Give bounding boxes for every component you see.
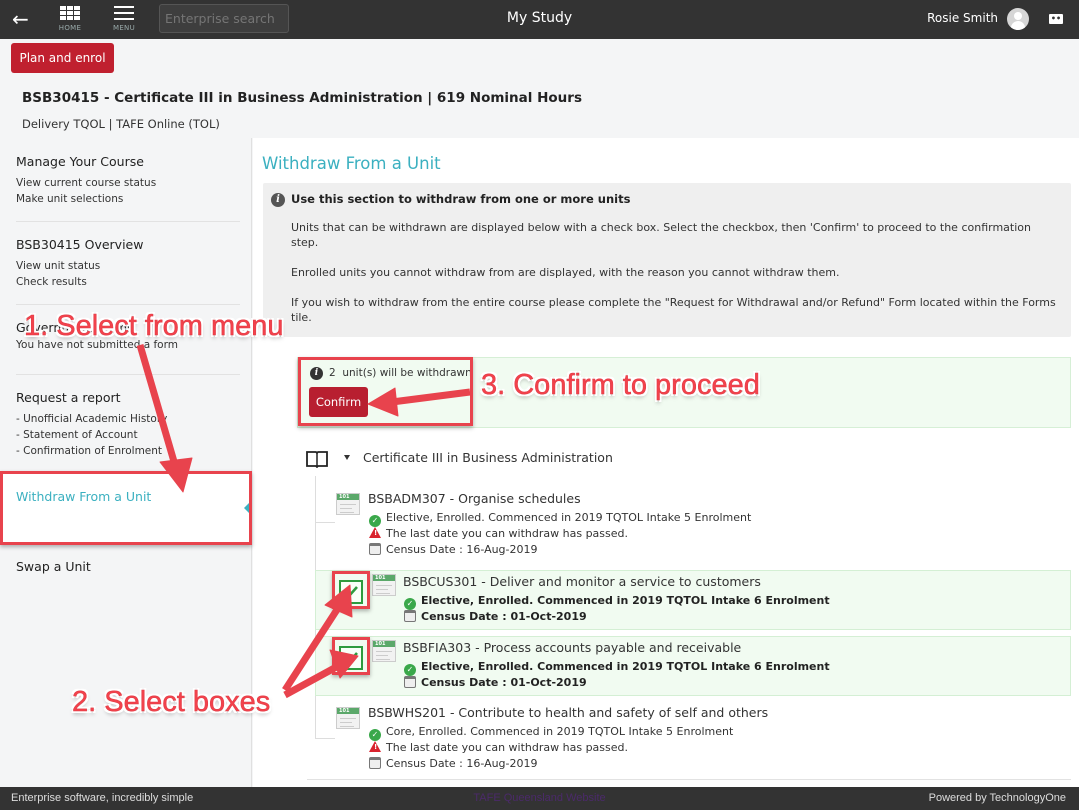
unit-icon: 101 (336, 493, 360, 515)
hamburger-icon (114, 6, 134, 20)
unit-title: BSBWHS201 - Contribute to health and saf… (368, 705, 769, 720)
calendar-icon (369, 543, 381, 555)
app-title: My Study (506, 10, 573, 26)
sidebar-item-title: Manage Your Course (16, 154, 144, 169)
sidebar-item-title: Request a report (16, 390, 121, 405)
unit-title: BSBCUS301 - Deliver and monitor a servic… (403, 574, 761, 589)
unit-row: 101 BSBADM307 - Organise schedules ✓ Elec… (315, 484, 1071, 564)
info-paragraph: Units that can be withdrawn are displaye… (291, 221, 1031, 249)
unit-icon: 101 (372, 640, 396, 662)
book-icon (306, 451, 328, 468)
course-subtitle: Delivery TQOL | TAFE Online (TOL) (22, 117, 220, 131)
footer-website-link[interactable]: TAFE Queensland Website (473, 792, 605, 804)
unit-title: BSBFIA303 - Process accounts payable and… (403, 640, 742, 655)
divider (307, 779, 1071, 780)
sidebar-link[interactable]: Make unit selections (16, 191, 252, 207)
annotation-step1: 1. Select from menu (24, 310, 284, 343)
annotation-highlight-checkbox (332, 637, 370, 675)
page-title: Withdraw From a Unit (262, 154, 441, 173)
unit-status: ✓ Elective, Enrolled. Commenced in 2019 T… (404, 594, 830, 610)
sidebar-item-title: Swap a Unit (16, 559, 91, 574)
unit-icon: 101 (372, 574, 396, 596)
unit-row-selected: 101 BSBCUS301 - Deliver and monitor a se… (315, 570, 1071, 630)
info-paragraph: If you wish to withdraw from the entire … (291, 296, 1056, 324)
plan-and-enrol-button[interactable]: Plan and enrol (11, 43, 114, 73)
sidebar-item-request-report[interactable]: Request a report - Unofficial Academic H… (0, 390, 252, 459)
info-box: i Use this section to withdraw from one … (263, 183, 1071, 337)
sidebar-link[interactable]: - Statement of Account (16, 427, 252, 443)
unit-status: ✓ Elective, Enrolled. Commenced in 2019 T… (404, 660, 830, 676)
unit-status: ✓ Elective, Enrolled. Commenced in 2019 T… (369, 511, 751, 527)
home-button[interactable]: HOME (50, 4, 90, 36)
sidebar-link[interactable]: Check results (16, 274, 252, 290)
unit-title: BSBADM307 - Organise schedules (368, 491, 581, 506)
sidebar-divider (16, 374, 240, 375)
footer-tagline: Enterprise software, incredibly simple (11, 792, 194, 804)
calendar-icon (404, 610, 416, 622)
annotation-highlight-confirm (298, 357, 473, 426)
unit-icon: 101 (336, 707, 360, 729)
unit-census-date: Census Date : 01-Oct-2019 (404, 676, 587, 689)
annotation-highlight-menu (0, 471, 252, 545)
sidebar-divider (16, 221, 240, 222)
check-circle-icon: ✓ (369, 515, 381, 527)
calendar-icon (404, 676, 416, 688)
annotation-step3: 3. Confirm to proceed (481, 369, 760, 402)
sidebar-link[interactable]: - Confirmation of Enrolment (16, 443, 252, 459)
check-circle-icon: ✓ (404, 664, 416, 676)
annotation-highlight-checkbox (332, 571, 370, 609)
sidebar-divider (16, 304, 240, 305)
user-avatar-icon[interactable] (1007, 8, 1029, 30)
sidebar-link[interactable]: - Unofficial Academic History (16, 411, 252, 427)
annotation-step2: 2. Select boxes (72, 686, 271, 719)
enterprise-search-input[interactable] (159, 4, 289, 33)
unit-row: 101 BSBWHS201 - Contribute to health and… (315, 700, 1071, 780)
sidebar-link[interactable]: View unit status (16, 258, 252, 274)
warning-icon: ! (369, 527, 381, 538)
course-title: BSB30415 - Certificate III in Business A… (22, 90, 582, 106)
info-icon: i (271, 193, 285, 207)
home-label: HOME (58, 24, 82, 32)
top-bar: ← HOME MENU My Study Rosie Smith •• (0, 0, 1079, 39)
context-switch-icon[interactable]: •• (1049, 14, 1063, 24)
unit-row-selected: 101 BSBFIA303 - Process accounts payable… (315, 636, 1071, 696)
sidebar-link[interactable]: View current course status (16, 175, 252, 191)
warning-icon: ! (369, 741, 381, 752)
sidebar-item-overview[interactable]: BSB30415 Overview View unit status Check… (0, 237, 252, 290)
arrow-left-icon[interactable]: ← (12, 8, 32, 30)
expand-caret-icon[interactable] (344, 455, 350, 460)
info-heading: Use this section to withdraw from one or… (291, 192, 631, 206)
menu-button[interactable]: MENU (104, 4, 144, 36)
check-circle-icon: ✓ (404, 598, 416, 610)
menu-label: MENU (112, 24, 136, 32)
sidebar-item-title: BSB30415 Overview (16, 237, 144, 252)
unit-warning: ! The last date you can withdraw has pass… (369, 527, 628, 540)
user-name[interactable]: Rosie Smith (927, 11, 998, 25)
unit-status: ✓ Core, Enrolled. Commenced in 2019 TQTOL… (369, 725, 733, 741)
main-content: Withdraw From a Unit i Use this section … (253, 138, 1079, 787)
grid-icon (60, 6, 80, 22)
footer-powered-by: Powered by TechnologyOne (928, 792, 1066, 804)
footer: Enterprise software, incredibly simple T… (0, 787, 1079, 810)
sidebar-item-swap-unit[interactable]: Swap a Unit (0, 559, 252, 580)
check-circle-icon: ✓ (369, 729, 381, 741)
calendar-icon (369, 757, 381, 769)
info-paragraph: Enrolled units you cannot withdraw from … (291, 266, 840, 279)
sidebar-item-manage-course[interactable]: Manage Your Course View current course s… (0, 154, 252, 207)
unit-warning: ! The last date you can withdraw has pass… (369, 741, 628, 754)
unit-census-date: Census Date : 01-Oct-2019 (404, 610, 587, 623)
unit-census-date: Census Date : 16-Aug-2019 (369, 757, 538, 770)
course-group-label[interactable]: Certificate III in Business Administrati… (363, 450, 613, 465)
unit-census-date: Census Date : 16-Aug-2019 (369, 543, 538, 556)
